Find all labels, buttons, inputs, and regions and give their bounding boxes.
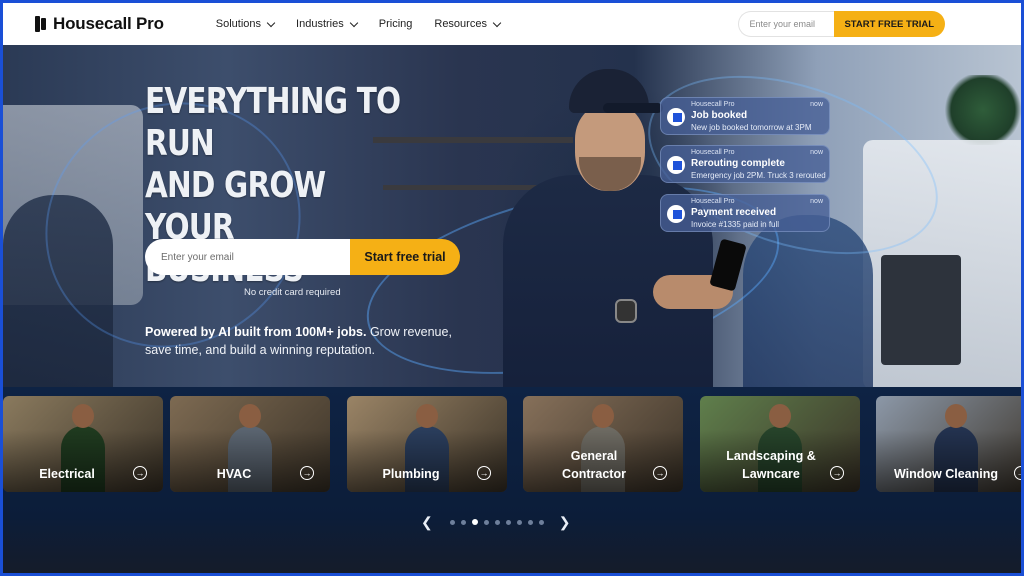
housecall-logo-icon: [35, 16, 47, 32]
arrow-right-circle-icon: →: [133, 466, 147, 480]
notification-time: now: [810, 198, 823, 205]
industry-card-label: Window Cleaning: [893, 467, 999, 481]
logo-text: Housecall Pro: [53, 14, 164, 33]
hero-start-free-trial-button[interactable]: Start free trial: [350, 239, 460, 275]
carousel-dot[interactable]: [505, 519, 511, 525]
industry-card[interactable]: HVAC →: [170, 396, 330, 492]
chevron-left-icon[interactable]: ❮: [421, 514, 433, 531]
housecall-app-icon: [667, 108, 685, 126]
housecall-app-icon: [667, 205, 685, 223]
background-trees: [943, 75, 1021, 145]
notification-payment-received: Housecall Pro now Payment received Invoi…: [660, 194, 830, 232]
hero-email-input[interactable]: [145, 239, 350, 275]
wristwatch-icon: [615, 299, 637, 323]
industry-cards: Electrical → HVAC → Plumbing → General Contrac…: [3, 396, 1021, 492]
nav-email-input[interactable]: [738, 11, 835, 37]
arrow-right-circle-icon: →: [653, 466, 667, 480]
carousel-dot[interactable]: [449, 519, 455, 525]
chevron-down-icon: [349, 18, 358, 27]
arrow-right-circle-icon: →: [300, 466, 314, 480]
hero-subtitle-bold: Powered by AI built from 100M+ jobs.: [145, 325, 367, 339]
carousel-dot[interactable]: [460, 519, 466, 525]
arrow-right-circle-icon: →: [477, 466, 491, 480]
carousel-controls: ❮ ❯: [421, 514, 570, 531]
industry-card[interactable]: Electrical →: [3, 396, 163, 492]
industry-card-label: General Contractor: [562, 449, 626, 481]
menu-item-solutions[interactable]: Solutions: [215, 18, 276, 30]
hero-signup-form: Start free trial: [145, 239, 460, 275]
menu-item-pricing[interactable]: Pricing: [379, 18, 413, 30]
nav-signup-form: START FREE TRIAL: [738, 11, 945, 37]
notification-title: Payment received: [691, 207, 777, 218]
arrow-right-circle-icon: →: [830, 466, 844, 480]
hero-subtitle: Powered by AI built from 100M+ jobs. Gro…: [145, 323, 475, 359]
logo[interactable]: Housecall Pro: [35, 14, 164, 34]
industry-card-label: Plumbing: [382, 467, 440, 481]
housecall-app-icon: [667, 156, 685, 174]
carousel-dot[interactable]: [471, 519, 478, 526]
menu-item-label: Industries: [296, 18, 344, 30]
menu-item-label: Solutions: [215, 18, 262, 30]
carousel-dot[interactable]: [494, 519, 500, 525]
carousel-dot[interactable]: [483, 519, 489, 525]
notification-time: now: [810, 101, 823, 108]
notification-brand: Housecall Pro: [691, 198, 735, 205]
menu-item-label: Resources: [434, 18, 487, 30]
van-door: [881, 255, 961, 365]
notification-title: Rerouting complete: [691, 158, 785, 169]
notification-title: Job booked: [691, 110, 748, 121]
industry-card-label: Electrical: [39, 467, 95, 481]
menu-item-label: Pricing: [378, 18, 413, 30]
notification-body: Invoice #1335 paid in full: [691, 220, 780, 229]
arrow-right-circle-icon: →: [1014, 466, 1021, 480]
industry-card[interactable]: Landscaping & Lawncare →: [700, 396, 860, 492]
chevron-down-icon: [492, 18, 502, 27]
hero-title-line: EVERYTHING TO RUN: [145, 81, 401, 164]
chevron-down-icon: [266, 18, 276, 27]
hero-person-cap-brim: [603, 103, 663, 113]
notification-job-booked: Housecall Pro now Job booked New job boo…: [660, 97, 830, 135]
industry-card[interactable]: Plumbing →: [347, 396, 507, 492]
carousel-dot[interactable]: [538, 519, 544, 525]
notification-rerouting-complete: Housecall Pro now Rerouting complete Eme…: [660, 145, 830, 183]
notification-body: Emergency job 2PM. Truck 3 rerouted: [691, 171, 826, 180]
no-credit-card-note: No credit card required: [244, 287, 341, 298]
industry-card-label: Landscaping & Lawncare: [726, 449, 816, 481]
browser-viewport: Housecall Pro Solutions Industries Prici…: [3, 3, 1021, 573]
industry-card[interactable]: General Contractor →: [523, 396, 683, 492]
notification-body: New job booked tomorrow at 3PM: [691, 123, 812, 132]
menu-item-resources[interactable]: Resources: [434, 18, 502, 30]
notification-brand: Housecall Pro: [691, 149, 735, 156]
hero-section: EVERYTHING TO RUN AND GROW YOUR BUSINESS…: [3, 45, 1021, 387]
industry-card-label: HVAC: [216, 467, 252, 481]
notification-brand: Housecall Pro: [691, 101, 735, 108]
menu-item-industries[interactable]: Industries: [296, 18, 358, 30]
industry-card[interactable]: Window Cleaning →: [876, 396, 1021, 492]
top-nav: Housecall Pro Solutions Industries Prici…: [3, 3, 1021, 45]
carousel-dot[interactable]: [527, 519, 533, 525]
chevron-right-icon[interactable]: ❯: [559, 514, 571, 531]
main-menu: Solutions Industries Pricing Resources: [216, 18, 522, 30]
hero-title-line: AND GROW YOUR: [145, 165, 326, 248]
notification-time: now: [810, 149, 823, 156]
industry-section: Electrical → HVAC → Plumbing → General Contrac…: [3, 387, 1021, 573]
carousel-dots: [447, 519, 547, 526]
nav-start-free-trial-button[interactable]: START FREE TRIAL: [834, 11, 945, 37]
carousel-dot[interactable]: [516, 519, 522, 525]
